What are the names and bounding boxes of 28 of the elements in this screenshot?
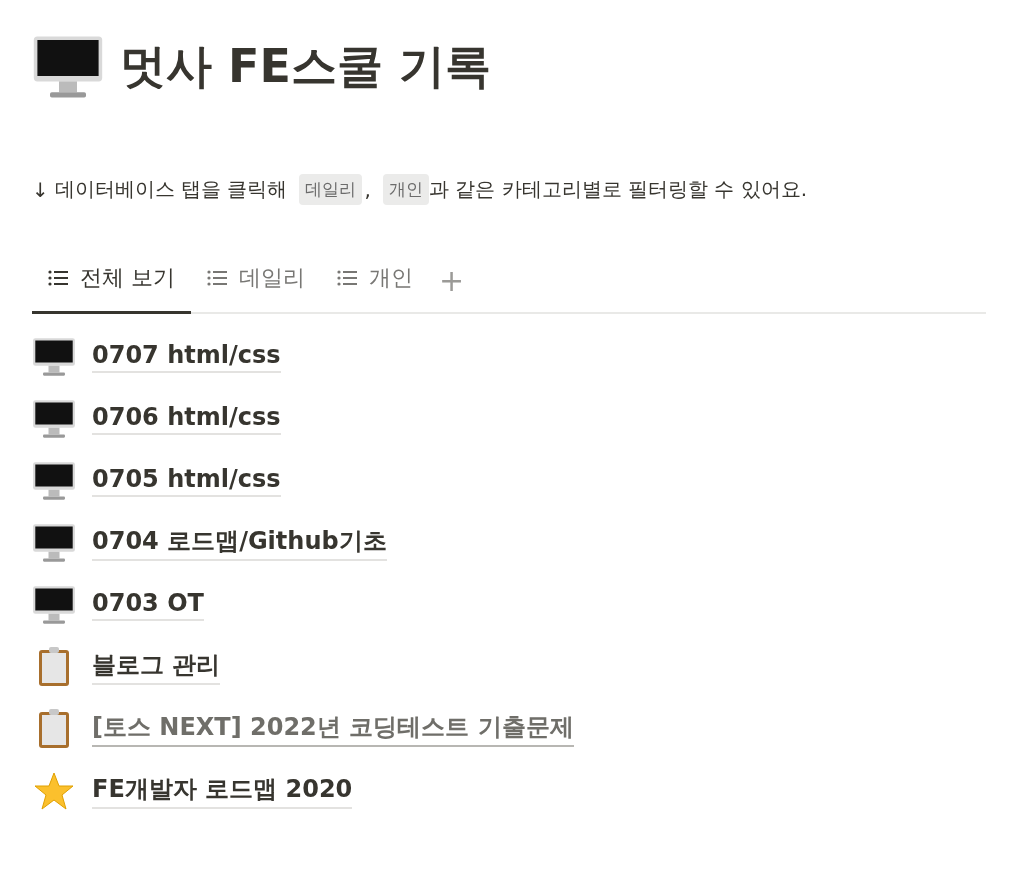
computer-icon [32, 523, 76, 563]
computer-icon [32, 399, 76, 439]
page-link[interactable]: 0706 html/css [92, 403, 281, 435]
page-title: 멋사 FE스쿨 기록 [120, 38, 491, 95]
list-icon [207, 270, 227, 286]
category-tag: 개인 [382, 174, 429, 205]
page-link[interactable]: 블로그 관리 [92, 649, 221, 685]
star-icon [32, 771, 76, 811]
list-icon [337, 270, 357, 286]
computer-icon [32, 461, 76, 501]
list-icon [48, 270, 68, 286]
page-link[interactable]: 0707 html/css [92, 341, 281, 373]
view-tab[interactable]: 전체 보기 [32, 249, 191, 314]
intro-text: 데이터베이스 탭을 클릭해 [54, 176, 288, 203]
page-link[interactable]: 0704 로드맵/Github기초 [92, 525, 387, 561]
arrow-text: ↓ [32, 177, 49, 202]
page-link[interactable]: 0703 OT [92, 589, 204, 621]
view-tab[interactable]: 개인 [321, 249, 429, 314]
page-link[interactable]: 0705 html/css [92, 465, 281, 497]
comma-text: , [364, 177, 371, 202]
computer-icon [32, 337, 76, 377]
page-link[interactable]: FE개발자 로드맵 2020 [92, 773, 353, 809]
category-tag: 데일리 [299, 174, 363, 205]
view-tab[interactable]: 데일리 [191, 249, 321, 314]
computer-icon [32, 34, 104, 100]
page-link[interactable]: [토스 NEXT] 2022년 코딩테스트 기출문제 [92, 711, 574, 747]
intro-text: 과 같은 카테고리별로 필터링할 수 있어요. [428, 176, 807, 203]
computer-icon [32, 585, 76, 625]
